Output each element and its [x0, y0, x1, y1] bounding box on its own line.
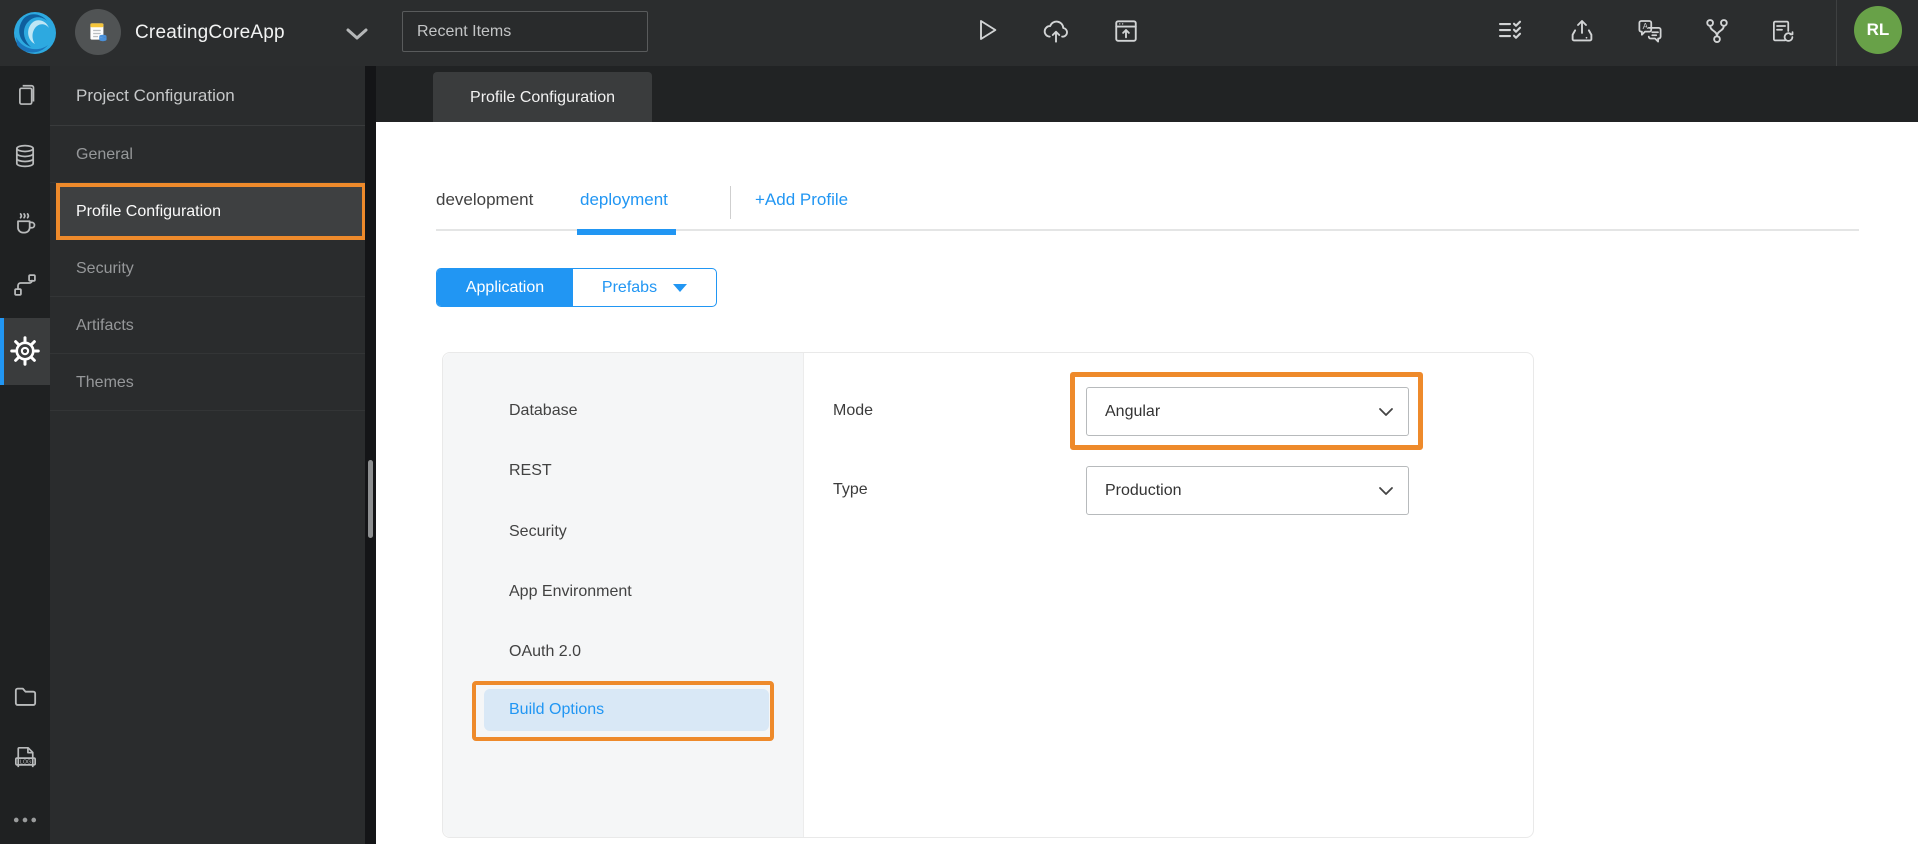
editor-tab-bar: Profile Configuration	[376, 66, 1918, 122]
panel-title: Project Configuration	[50, 66, 365, 126]
panel-scrollbar-track	[365, 66, 376, 844]
main-area: Profile Configuration development deploy…	[376, 66, 1918, 844]
wavemaker-logo-icon[interactable]	[12, 9, 58, 57]
mode-select[interactable]: Angular	[1086, 387, 1409, 436]
translate-icon[interactable]: A	[1632, 13, 1668, 49]
icon-rail: LOG	[0, 66, 50, 844]
mode-value: Angular	[1105, 402, 1161, 420]
settings-card: Database REST Security App Environment O…	[442, 352, 1534, 838]
subnav-item-database[interactable]: Database	[509, 402, 578, 420]
database-icon[interactable]	[7, 138, 43, 174]
panel-scrollbar-thumb[interactable]	[368, 460, 373, 538]
java-services-icon[interactable]	[7, 205, 43, 241]
chevron-down-icon	[1379, 407, 1393, 416]
svg-text:LOG: LOG	[19, 759, 30, 765]
profile-tab-separator	[730, 186, 731, 219]
application-prefabs-toggle: Application Prefabs	[436, 268, 717, 307]
profile-tab-deployment[interactable]: deployment	[580, 190, 668, 210]
subnav-item-security[interactable]: Security	[509, 523, 567, 541]
chevron-down-icon[interactable]	[345, 27, 369, 41]
chevron-down-icon	[673, 283, 688, 292]
type-select[interactable]: Production	[1086, 466, 1409, 515]
user-avatar[interactable]: RL	[1854, 6, 1902, 54]
feedback-icon[interactable]	[1764, 13, 1800, 49]
preview-window-icon[interactable]	[1108, 13, 1144, 49]
pages-icon[interactable]	[7, 76, 43, 112]
add-profile-button[interactable]: +Add Profile	[755, 190, 848, 210]
top-toolbar: CreatingCoreApp Recent Items A RL	[0, 0, 1918, 66]
sidebar-item-themes[interactable]: Themes	[50, 354, 365, 411]
active-tab-underline	[577, 229, 676, 235]
svg-text:A: A	[1643, 22, 1649, 31]
logs-icon[interactable]: LOG	[7, 739, 43, 775]
sidebar-item-profile-configuration[interactable]: Profile Configuration	[56, 183, 366, 240]
share-icon[interactable]	[1699, 13, 1735, 49]
subnav-item-oauth[interactable]: OAuth 2.0	[509, 643, 581, 661]
apis-icon[interactable]	[7, 267, 43, 303]
mode-label: Mode	[833, 402, 874, 419]
application-segment[interactable]: Application	[437, 269, 573, 306]
run-icon[interactable]	[968, 12, 1004, 48]
settings-subnav: Database REST Security App Environment O…	[443, 353, 804, 837]
profile-configuration-content: development deployment +Add Profile Appl…	[376, 122, 1918, 844]
sidebar-item-artifacts[interactable]: Artifacts	[50, 297, 365, 354]
project-avatar[interactable]	[75, 9, 121, 55]
subnav-item-app-environment[interactable]: App Environment	[509, 583, 632, 601]
user-initials: RL	[1866, 20, 1890, 39]
chevron-down-icon	[1379, 486, 1393, 495]
app-title: CreatingCoreApp	[135, 22, 285, 43]
type-label: Type	[833, 481, 868, 498]
settings-gear-icon[interactable]	[7, 333, 43, 369]
more-icon[interactable]	[7, 802, 43, 838]
folder-icon[interactable]	[7, 678, 43, 714]
type-value: Production	[1105, 481, 1182, 499]
tab-profile-configuration[interactable]: Profile Configuration	[433, 72, 652, 122]
subnav-item-rest[interactable]: REST	[509, 462, 552, 480]
profile-tab-development[interactable]: development	[436, 190, 533, 210]
sidebar-item-general[interactable]: General	[50, 126, 365, 183]
prefabs-segment[interactable]: Prefabs	[573, 269, 716, 306]
export-icon[interactable]	[1564, 13, 1600, 49]
recent-items-input[interactable]	[402, 11, 648, 52]
sidebar-item-security[interactable]: Security	[50, 240, 365, 297]
project-configuration-panel: Project Configuration General Profile Co…	[50, 66, 366, 844]
toolbar-divider	[1836, 0, 1837, 66]
checklist-icon[interactable]	[1492, 12, 1528, 48]
deploy-cloud-icon[interactable]	[1038, 13, 1074, 49]
subnav-item-build-options[interactable]: Build Options	[484, 689, 769, 731]
